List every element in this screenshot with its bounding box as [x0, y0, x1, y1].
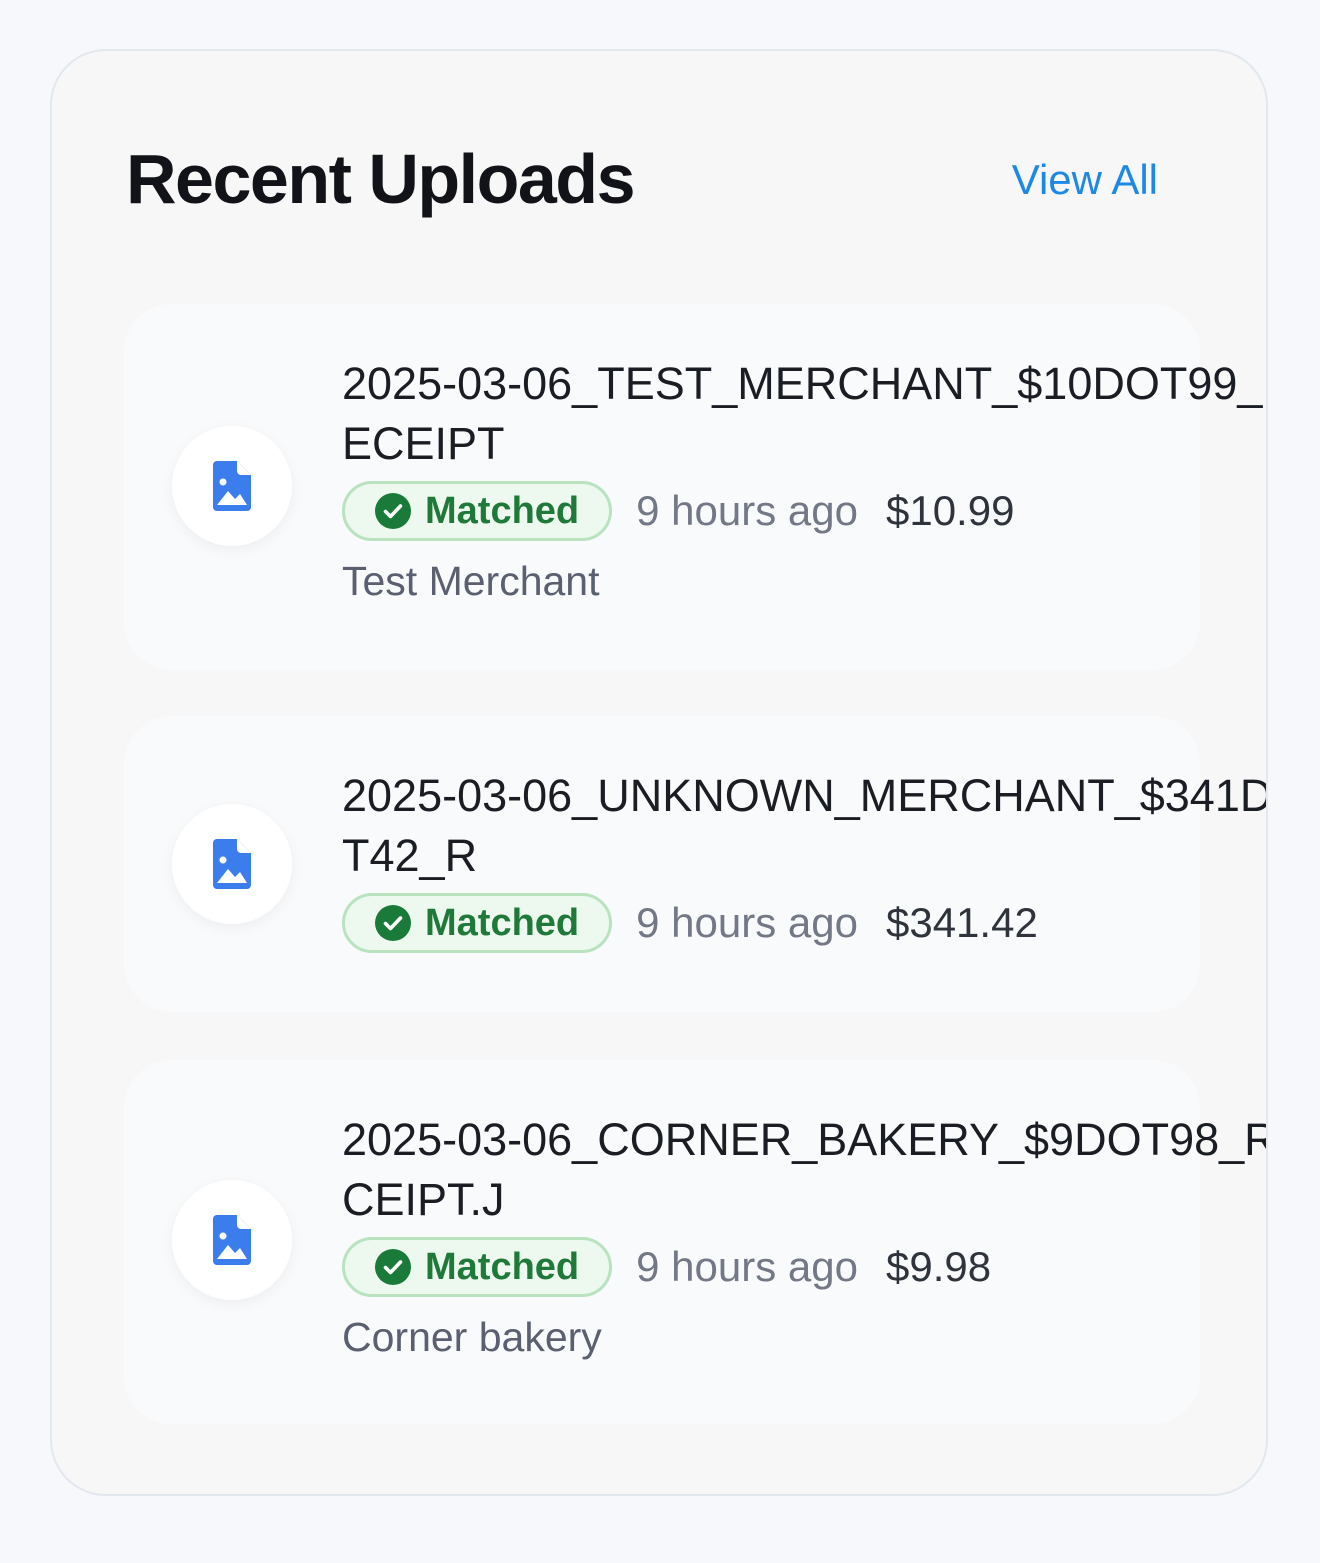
check-circle-icon: [375, 493, 411, 529]
upload-amount: $341.42: [885, 899, 1038, 946]
status-badge: Matched: [342, 893, 613, 953]
view-all-link[interactable]: View All: [1012, 155, 1158, 205]
upload-details: 2025-03-06_UNKNOWN_MERCHANT_$341DOT42_R …: [342, 766, 1266, 956]
check-circle-icon: [375, 1249, 411, 1285]
recent-uploads-panel: Recent Uploads View All 2025-03-06_TEST_…: [50, 49, 1268, 1496]
panel-title: Recent Uploads: [126, 140, 636, 218]
upload-meta: Matched 9 hours ago $10.99: [342, 478, 1266, 544]
upload-amount: $9.98: [885, 1243, 992, 1290]
file-image-icon: [213, 1215, 251, 1265]
upload-time: 9 hours ago: [636, 899, 858, 946]
upload-item[interactable]: 2025-03-06_TEST_MERCHANT_$10DOT99_RECEIP…: [124, 304, 1266, 670]
upload-time: 9 hours ago: [636, 1243, 858, 1290]
file-thumbnail: [172, 426, 292, 546]
merchant-name: Test Merchant: [342, 558, 600, 604]
file-image-icon: [213, 839, 251, 889]
file-name[interactable]: 2025-03-06_TEST_MERCHANT_$10DOT99_RECEIP…: [342, 354, 1266, 474]
upload-amount: $10.99: [885, 487, 1015, 534]
upload-item[interactable]: 2025-03-06_CORNER_BAKERY_$9DOT98_RECEIPT…: [124, 1060, 1266, 1424]
file-thumbnail: [172, 1180, 292, 1300]
upload-details: 2025-03-06_CORNER_BAKERY_$9DOT98_RECEIPT…: [342, 1110, 1266, 1362]
check-circle-icon: [375, 905, 411, 941]
status-badge: Matched: [342, 1237, 613, 1297]
file-image-icon: [213, 461, 251, 511]
file-thumbnail: [172, 804, 292, 924]
status-label: Matched: [425, 490, 580, 532]
upload-item[interactable]: 2025-03-06_UNKNOWN_MERCHANT_$341DOT42_R …: [124, 716, 1266, 1012]
merchant-name: Corner bakery: [342, 1314, 602, 1360]
upload-meta: Matched 9 hours ago $341.42: [342, 890, 1266, 956]
upload-meta: Matched 9 hours ago $9.98: [342, 1234, 1266, 1300]
status-label: Matched: [425, 1246, 580, 1288]
upload-details: 2025-03-06_TEST_MERCHANT_$10DOT99_RECEIP…: [342, 354, 1266, 606]
status-badge: Matched: [342, 481, 613, 541]
file-name[interactable]: 2025-03-06_UNKNOWN_MERCHANT_$341DOT42_R: [342, 766, 1266, 886]
upload-time: 9 hours ago: [636, 487, 858, 534]
file-name[interactable]: 2025-03-06_CORNER_BAKERY_$9DOT98_RECEIPT…: [342, 1110, 1266, 1230]
status-label: Matched: [425, 902, 580, 944]
